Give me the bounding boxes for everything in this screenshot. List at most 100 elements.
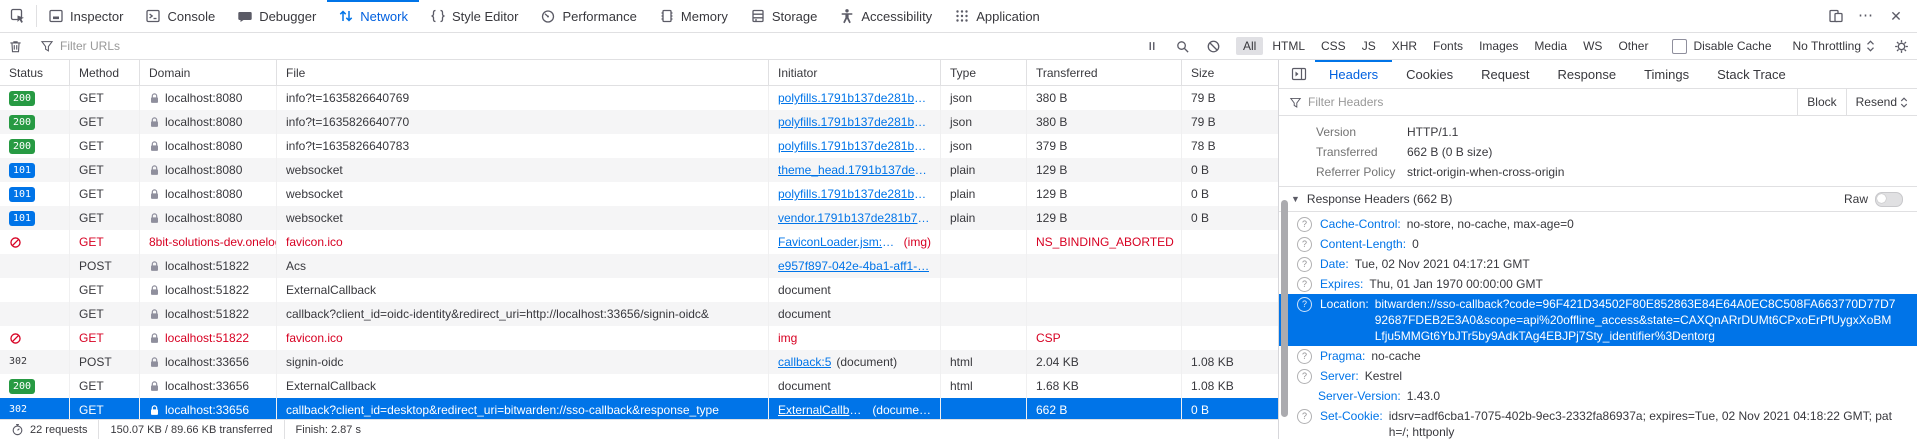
filter-pill-all[interactable]: All [1236, 37, 1263, 55]
pause-traffic-button[interactable] [1137, 33, 1167, 59]
detail-tab-headers[interactable]: Headers [1315, 60, 1392, 88]
tab-application[interactable]: Application [943, 0, 1051, 32]
column-header-status[interactable]: Status [0, 60, 70, 85]
column-header-transferred[interactable]: Transferred [1027, 60, 1182, 85]
column-header-file[interactable]: File [277, 60, 769, 85]
collapse-detail-panel-button[interactable] [1279, 60, 1315, 88]
network-settings-button[interactable] [1886, 33, 1917, 59]
request-row[interactable]: GETlocalhost:51822favicon.icoimgCSP [0, 326, 1278, 350]
raw-label: Raw [1844, 192, 1868, 206]
initiator-link[interactable]: callback:5 [778, 350, 831, 374]
mdn-help-icon[interactable]: ? [1297, 297, 1312, 312]
initiator-link[interactable]: theme_head.1791b137de281… [778, 158, 931, 182]
request-row[interactable]: GETlocalhost:51822ExternalCallbackdocume… [0, 278, 1278, 302]
resend-dropdown-button[interactable]: Resend [1846, 89, 1917, 115]
initiator-link[interactable]: e957f897-042e-4ba1-aff1-… [778, 254, 929, 278]
column-header-initiator[interactable]: Initiator [769, 60, 941, 85]
block-requests-button[interactable] [1198, 33, 1229, 59]
header-row[interactable]: ?Location:bitwarden://sso-callback?code=… [1279, 294, 1917, 346]
header-row[interactable]: ?Cache-Control:no-store, no-cache, max-a… [1279, 214, 1917, 234]
initiator-link[interactable]: FaviconLoader.jsm:191 [778, 230, 899, 254]
header-row[interactable]: ?Set-Cookie:idsrv=adf6cba1-7075-402b-9ec… [1279, 406, 1917, 439]
filter-pill-js[interactable]: JS [1355, 37, 1383, 55]
clear-requests-button[interactable] [0, 33, 31, 59]
initiator-link[interactable]: polyfills.1791b137de281b787… [778, 86, 931, 110]
search-requests-button[interactable] [1167, 33, 1198, 59]
detail-tab-cookies[interactable]: Cookies [1392, 60, 1467, 88]
request-row[interactable]: 302GETlocalhost:33656callback?client_id=… [0, 398, 1278, 419]
domain-text: localhost:51822 [165, 278, 249, 302]
request-row[interactable]: 200GETlocalhost:8080info?t=1635826640769… [0, 86, 1278, 110]
detail-tab-request[interactable]: Request [1467, 60, 1543, 88]
requests-summary[interactable]: 22 requests [0, 420, 98, 439]
mdn-help-icon[interactable]: ? [1297, 237, 1312, 252]
header-row[interactable]: ?Pragma:no-cache [1279, 346, 1917, 366]
file-cell: websocket [277, 158, 769, 182]
headers-filter-row: Filter Headers Block Resend [1279, 89, 1917, 116]
block-url-button[interactable]: Block [1797, 89, 1845, 115]
responsive-design-mode-button[interactable] [1823, 4, 1849, 28]
request-row[interactable]: 200GETlocalhost:33656ExternalCallbackdoc… [0, 374, 1278, 398]
tab-memory[interactable]: Memory [648, 0, 739, 32]
request-row[interactable]: GET8bit-solutions-dev.onelogin.…favicon.… [0, 230, 1278, 254]
detail-tab-stack-trace[interactable]: Stack Trace [1703, 60, 1800, 88]
column-header-type[interactable]: Type [941, 60, 1027, 85]
filter-pill-images[interactable]: Images [1472, 37, 1525, 55]
mdn-help-icon[interactable]: ? [1297, 217, 1312, 232]
column-header-size[interactable]: Size [1182, 60, 1278, 85]
filter-pill-css[interactable]: CSS [1314, 37, 1353, 55]
filter-pill-fonts[interactable]: Fonts [1426, 37, 1470, 55]
disable-cache-checkbox[interactable]: Disable Cache [1662, 39, 1781, 54]
tab-style-editor[interactable]: Style Editor [419, 0, 529, 32]
raw-toggle[interactable] [1875, 192, 1903, 207]
throttling-dropdown[interactable]: No Throttling [1783, 39, 1885, 53]
tab-network[interactable]: Network [327, 0, 419, 32]
tab-debugger[interactable]: Debugger [226, 0, 327, 32]
response-headers-section-header[interactable]: ▼ Response Headers (662 B) Raw [1279, 186, 1917, 212]
detail-tab-response[interactable]: Response [1544, 60, 1631, 88]
tab-accessibility[interactable]: Accessibility [828, 0, 943, 32]
mdn-help-icon[interactable]: ? [1297, 369, 1312, 384]
request-row[interactable]: 200GETlocalhost:8080info?t=1635826640783… [0, 134, 1278, 158]
mdn-help-icon[interactable]: ? [1297, 257, 1312, 272]
initiator-link[interactable]: polyfills.1791b137de281b787… [778, 110, 931, 134]
request-row[interactable]: 101GETlocalhost:8080websockettheme_head.… [0, 158, 1278, 182]
header-row[interactable]: ?Date:Tue, 02 Nov 2021 04:17:21 GMT [1279, 254, 1917, 274]
tab-storage[interactable]: Storage [739, 0, 829, 32]
tab-inspector[interactable]: Inspector [37, 0, 134, 32]
filter-urls-input[interactable]: Filter URLs [32, 33, 1137, 59]
header-row[interactable]: Server-Version:1.43.0 [1279, 386, 1917, 406]
header-row[interactable]: ?Content-Length:0 [1279, 234, 1917, 254]
request-row[interactable]: POSTlocalhost:51822Acse957f897-042e-4ba1… [0, 254, 1278, 278]
mdn-help-icon[interactable]: ? [1297, 349, 1312, 364]
column-header-domain[interactable]: Domain [140, 60, 277, 85]
request-row[interactable]: 200GETlocalhost:8080info?t=1635826640770… [0, 110, 1278, 134]
request-row[interactable]: 101GETlocalhost:8080websocketvendor.1791… [0, 206, 1278, 230]
initiator-link[interactable]: ExternalCallback:5 [778, 398, 867, 419]
request-row[interactable]: GETlocalhost:51822callback?client_id=oid… [0, 302, 1278, 326]
tab-console[interactable]: Console [134, 0, 226, 32]
request-row[interactable]: 302POSTlocalhost:33656signin-oidccallbac… [0, 350, 1278, 374]
padlock-icon [149, 404, 160, 416]
filter-pill-media[interactable]: Media [1527, 37, 1574, 55]
initiator-link[interactable]: vendor.1791b137de281b787… [778, 206, 931, 230]
mdn-help-icon[interactable]: ? [1297, 409, 1312, 424]
filter-pill-other[interactable]: Other [1611, 37, 1655, 55]
header-row[interactable]: ?Server:Kestrel [1279, 366, 1917, 386]
close-devtools-button[interactable]: ✕ [1883, 4, 1909, 28]
detail-scrollbar-thumb[interactable] [1281, 200, 1288, 417]
filter-pill-html[interactable]: HTML [1265, 37, 1312, 55]
header-row[interactable]: ?Expires:Thu, 01 Jan 1970 00:00:00 GMT [1279, 274, 1917, 294]
detail-tab-timings[interactable]: Timings [1630, 60, 1703, 88]
devtools-menu-button[interactable]: ⋯ [1853, 4, 1879, 28]
node-picker-button[interactable] [0, 0, 36, 32]
request-row[interactable]: 101GETlocalhost:8080websocketpolyfills.1… [0, 182, 1278, 206]
tab-performance[interactable]: Performance [529, 0, 647, 32]
filter-pill-xhr[interactable]: XHR [1385, 37, 1424, 55]
filter-headers-input[interactable]: Filter Headers [1279, 95, 1797, 109]
filter-pill-ws[interactable]: WS [1576, 37, 1609, 55]
initiator-link[interactable]: polyfills.1791b137de281b787… [778, 182, 931, 206]
mdn-help-icon[interactable]: ? [1297, 277, 1312, 292]
initiator-link[interactable]: polyfills.1791b137de281b787… [778, 134, 931, 158]
column-header-method[interactable]: Method [70, 60, 140, 85]
